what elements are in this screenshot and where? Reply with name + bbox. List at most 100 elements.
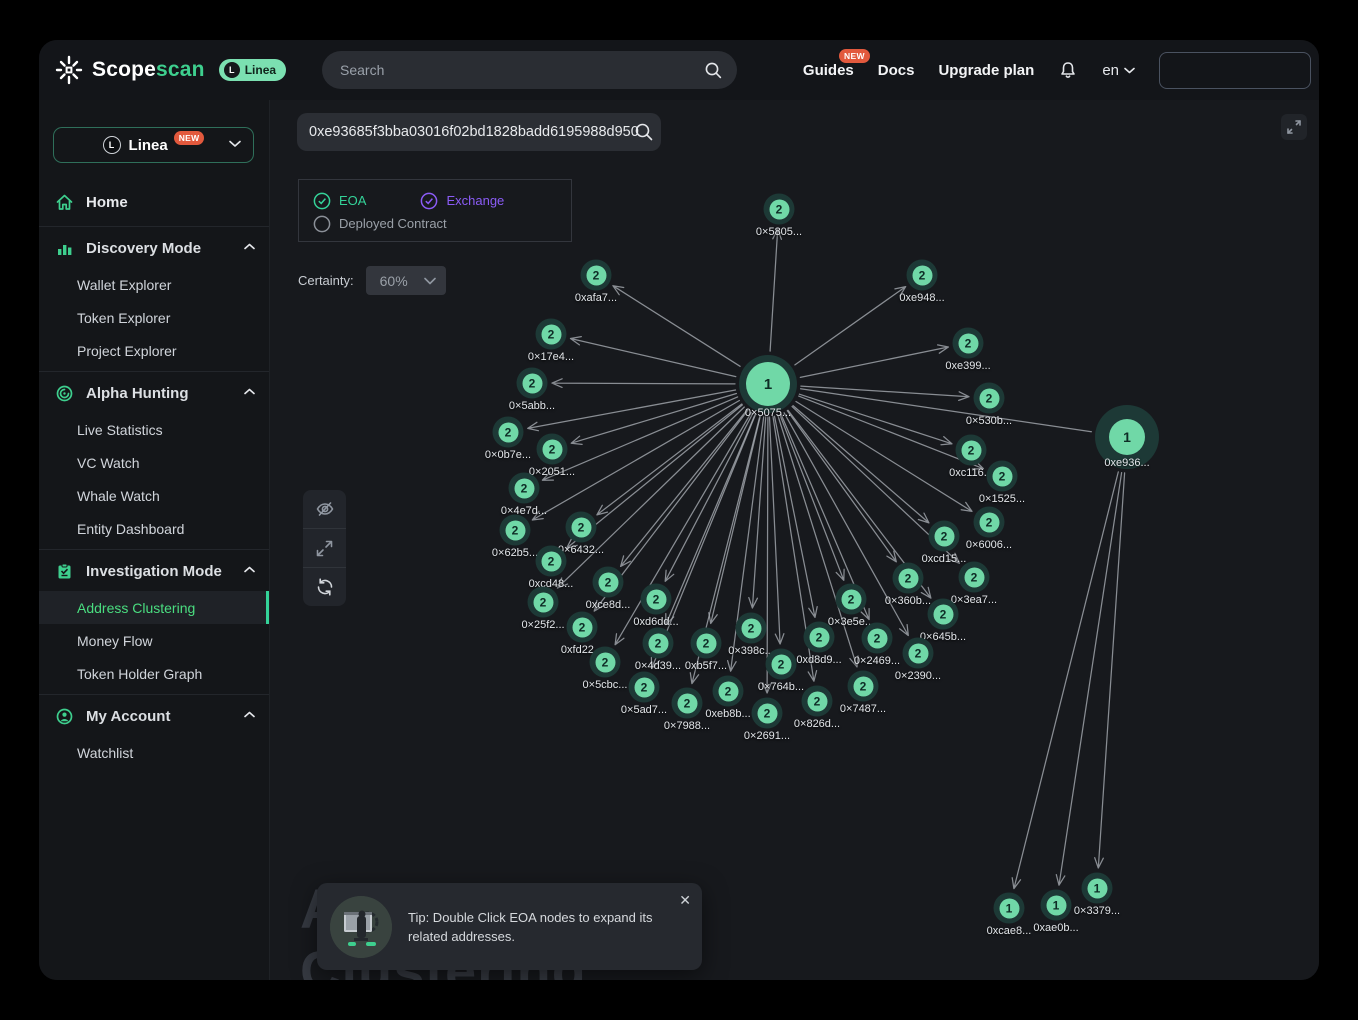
header-panel-placeholder[interactable]	[1159, 52, 1311, 89]
sidebar-item-whale-watch[interactable]: Whale Watch	[39, 479, 269, 512]
graph-node-label: 0×5075...	[745, 407, 791, 419]
node-ring: 2	[862, 623, 893, 654]
node-ring: 2	[528, 587, 559, 618]
node-ring: 2	[672, 688, 703, 719]
node-count: 2	[571, 517, 591, 537]
node-ring: 2	[713, 676, 744, 707]
graph-node-label: 0×17e4...	[528, 351, 574, 363]
sidebar-item-project-explorer[interactable]: Project Explorer	[39, 334, 269, 367]
legend-exchange[interactable]: Exchange	[420, 192, 504, 210]
address-input[interactable]	[297, 113, 661, 151]
legend-eoa[interactable]: EOA	[313, 192, 366, 210]
graph-node-label: 0xd6dd...	[633, 616, 678, 628]
sidebar-item-live-statistics[interactable]: Live Statistics	[39, 413, 269, 446]
node-count: 2	[908, 643, 928, 663]
expand-graph-button[interactable]	[303, 528, 346, 567]
graph-node-label: 0xb5f7...	[685, 660, 727, 672]
certainty-dropdown[interactable]: 60%	[366, 266, 446, 295]
graph-node-label: 0xae0b...	[1033, 922, 1078, 934]
node-ring: 2	[804, 622, 835, 653]
node-ring: 1	[1082, 873, 1113, 904]
linea-icon: L	[103, 136, 121, 154]
node-ring: 2	[736, 613, 767, 644]
node-ring: 2	[903, 638, 934, 669]
node-ring: 2	[537, 434, 568, 465]
guides-new-badge: NEW	[839, 49, 870, 63]
node-ring: 2	[643, 628, 674, 659]
node-count: 1	[1109, 419, 1145, 455]
nav-guides[interactable]: Guides NEW	[803, 62, 854, 79]
chevron-down-icon	[1124, 67, 1135, 74]
nav-upgrade-plan[interactable]: Upgrade plan	[938, 62, 1034, 79]
header: Scopescan L Linea Guides NEW Docs Upgrad…	[39, 40, 1319, 100]
node-ring: 2	[974, 383, 1005, 414]
node-count: 2	[769, 199, 789, 219]
node-ring: 2	[766, 649, 797, 680]
graph-node-label: 0xcd15...	[922, 553, 967, 565]
logo-text: Scopescan	[92, 58, 205, 82]
language-selector[interactable]: en	[1102, 62, 1135, 79]
node-ring: 2	[929, 521, 960, 552]
refresh-button[interactable]	[303, 567, 346, 606]
expand-icon	[315, 539, 334, 558]
chevron-down-icon	[424, 277, 436, 285]
sidebar-item-token-holder-graph[interactable]: Token Holder Graph	[39, 657, 269, 690]
node-count: 2	[598, 572, 618, 592]
node-ring: 2	[566, 512, 597, 543]
node-type-legend: EOA Exchange Deployed Contract	[298, 179, 572, 242]
chevron-up-icon	[244, 566, 255, 573]
node-ring: 2	[987, 461, 1018, 492]
tip-popup: Tip: Double Click EOA nodes to expand it…	[317, 883, 702, 970]
network-selector[interactable]: L Linea NEW	[53, 127, 254, 163]
graph-node-label: 0×7988...	[664, 720, 710, 732]
sidebar-item-watchlist[interactable]: Watchlist	[39, 736, 269, 769]
graph-node-label: 0xe948...	[899, 292, 944, 304]
search-input[interactable]	[340, 62, 704, 78]
sidebar-item-wallet-explorer[interactable]: Wallet Explorer	[39, 268, 269, 301]
refresh-icon	[315, 577, 335, 597]
graph-node-label: 0×2390...	[895, 670, 941, 682]
network-new-badge: NEW	[174, 131, 205, 145]
legend-deployed-contract[interactable]: Deployed Contract	[313, 215, 447, 233]
section-my-account: My Account Watchlist	[39, 694, 269, 769]
node-ring: 2	[764, 194, 795, 225]
sidebar-item-money-flow[interactable]: Money Flow	[39, 624, 269, 657]
nav-docs[interactable]: Docs	[878, 62, 915, 79]
fullscreen-button[interactable]	[1281, 114, 1307, 140]
section-header-discovery-mode[interactable]: Discovery Mode	[39, 229, 269, 268]
section-header-alpha-hunting[interactable]: Alpha Hunting	[39, 374, 269, 413]
sidebar-item-token-explorer[interactable]: Token Explorer	[39, 301, 269, 334]
node-ring: 2	[953, 328, 984, 359]
notifications-bell-icon[interactable]	[1058, 60, 1078, 80]
empty-circle-icon	[313, 215, 331, 233]
sidebar-item-home[interactable]: Home	[39, 183, 269, 222]
chevron-up-icon	[244, 243, 255, 250]
node-count: 2	[586, 265, 606, 285]
address-search-box[interactable]	[297, 113, 661, 151]
sidebar-item-address-clustering[interactable]: Address Clustering	[39, 591, 269, 624]
sidebar-item-entity-dashboard[interactable]: Entity Dashboard	[39, 512, 269, 545]
logo[interactable]: Scopescan L Linea	[54, 40, 286, 100]
graph-node-label: 0×5ad7...	[621, 704, 667, 716]
node-count: 2	[933, 604, 953, 624]
graph-node-label: 0×4d39...	[635, 660, 681, 672]
hide-labels-button[interactable]	[303, 490, 346, 528]
sidebar-item-vc-watch[interactable]: VC Watch	[39, 446, 269, 479]
graph-node-label: 0×0b7e...	[485, 449, 531, 461]
node-ring: 1	[994, 893, 1025, 924]
section-header-investigation-mode[interactable]: Investigation Mode	[39, 552, 269, 591]
global-search[interactable]	[322, 51, 737, 89]
node-count: 2	[741, 618, 761, 638]
close-icon[interactable]: ✕	[679, 893, 691, 907]
node-count: 2	[533, 592, 553, 612]
node-count: 2	[677, 693, 697, 713]
node-count: 2	[572, 617, 592, 637]
node-count: 2	[898, 568, 918, 588]
home-icon	[55, 193, 74, 212]
node-count: 2	[912, 265, 932, 285]
node-count: 2	[992, 466, 1012, 486]
node-count: 2	[646, 589, 666, 609]
graph-canvas[interactable]: Address Clustering	[270, 100, 1319, 980]
graph-node-label: 0×360b...	[885, 595, 931, 607]
section-header-my-account[interactable]: My Account	[39, 697, 269, 736]
